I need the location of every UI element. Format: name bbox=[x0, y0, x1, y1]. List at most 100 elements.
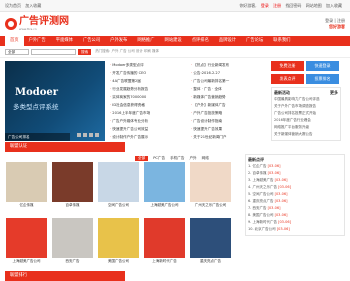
pager-dot[interactable] bbox=[83, 133, 87, 137]
certified-tab[interactable]: 手机广告 bbox=[170, 156, 184, 161]
nav-tab[interactable]: 户外发布 bbox=[105, 36, 132, 46]
company-name[interactable]: 重庆亮点广告 bbox=[189, 258, 232, 264]
news-item[interactable]: 广告户外媒体专业分析 bbox=[110, 117, 186, 125]
company-card[interactable]: 西安广告 bbox=[51, 218, 94, 271]
news-item[interactable]: 4A广告联盟第2届 bbox=[110, 77, 186, 85]
certified-tab[interactable]: 户外 bbox=[189, 156, 196, 161]
company-card[interactable]: 百卓传媒 bbox=[51, 162, 94, 215]
news-item[interactable]: 行业发展趋势分析报告 bbox=[110, 85, 186, 93]
nav-tab[interactable]: 广告公司 bbox=[78, 36, 105, 46]
company-name[interactable]: 上海越美广告公司 bbox=[143, 202, 186, 208]
sitemap-link[interactable]: 网站地图 bbox=[306, 3, 322, 8]
notice-item[interactable]: 网络推广平台服务升级 bbox=[274, 124, 338, 131]
nav-tab[interactable]: 品牌设计 bbox=[214, 36, 241, 46]
banner-pager[interactable] bbox=[75, 133, 99, 137]
news-item[interactable]: 实体商家的7000000 bbox=[110, 93, 186, 101]
notice-item[interactable]: 关于户外广告市场调查报告 bbox=[274, 103, 338, 110]
company-thumbnail[interactable] bbox=[52, 218, 93, 258]
review-name[interactable]: 5. 空间广告公司 bbox=[248, 192, 275, 196]
review-name[interactable]: 8. 美国广告公司 bbox=[248, 213, 275, 217]
review-name[interactable]: 10. 北京广告公司 bbox=[248, 227, 277, 231]
news-item[interactable]: Modoer多类型点评 bbox=[110, 61, 186, 69]
review-item[interactable]: 7. 西安广告 [03-06] bbox=[248, 205, 342, 212]
review-name[interactable]: 2. 百卓传媒 bbox=[248, 171, 268, 175]
notice-more-link[interactable]: 更多 bbox=[330, 90, 338, 96]
pager-dot[interactable] bbox=[95, 133, 99, 137]
review-name[interactable]: 7. 西安广告 bbox=[248, 206, 268, 210]
nav-tab[interactable]: 平面媒体 bbox=[51, 36, 78, 46]
notice-item[interactable]: 关于新媒体营销大赛公告 bbox=[274, 131, 338, 138]
news-item[interactable]: 【户外】新媒体广告 bbox=[191, 101, 267, 109]
review-item[interactable]: 5. 空间广告公司 [03-06] bbox=[248, 191, 342, 198]
notice-item[interactable]: 广告公司排名投票正式开始 bbox=[274, 110, 338, 117]
company-name[interactable]: 西安广告 bbox=[51, 258, 94, 264]
news-item[interactable]: ID社会信息获得资格 bbox=[110, 101, 186, 109]
news-item[interactable]: 广告设计制作指南 bbox=[191, 117, 267, 125]
company-thumbnail[interactable] bbox=[6, 162, 47, 202]
hero-banner[interactable]: Modoer 多类型点评系统 广告公司排名 bbox=[5, 61, 105, 141]
site-logo[interactable]: 广告评测网 www.8cs.cn bbox=[5, 17, 69, 31]
review-name[interactable]: 3. 上海越美广告 bbox=[248, 178, 275, 182]
company-card[interactable]: 空间广告公司 bbox=[97, 162, 140, 215]
review-item[interactable]: 3. 上海越美广告 [03-06] bbox=[248, 177, 342, 184]
company-name[interactable]: 上海新时代广告 bbox=[143, 258, 186, 264]
news-item[interactable]: 新媒体广告营销趋势 bbox=[191, 93, 267, 101]
forgot-password-link[interactable]: 找回密码 bbox=[285, 3, 301, 8]
news-item[interactable]: 【热点】行业新闻发布 bbox=[191, 61, 267, 69]
nav-tab[interactable]: 网站建设 bbox=[160, 36, 187, 46]
nav-tab[interactable]: 联系我们 bbox=[268, 36, 295, 46]
post-review-button[interactable]: 发表点评 bbox=[271, 74, 304, 84]
news-item[interactable]: 2016上半年度广告市场 bbox=[110, 109, 186, 117]
vote-rank-button[interactable]: 投票排名 bbox=[306, 74, 339, 84]
news-item[interactable]: 公告:2016.2.27 bbox=[191, 69, 267, 77]
company-name[interactable]: 广州天之乐广告公司 bbox=[189, 202, 232, 208]
news-item[interactable]: 快速提升广告公司效益 bbox=[110, 125, 186, 133]
certified-tab[interactable]: PC广告 bbox=[153, 156, 165, 161]
nav-tab[interactable]: 网络推广 bbox=[132, 36, 159, 46]
notice-item[interactable]: 中国最具影响力广告公司评选 bbox=[274, 96, 338, 103]
nav-tab[interactable]: 点评排名 bbox=[187, 36, 214, 46]
nav-tab[interactable]: 广告论坛 bbox=[241, 36, 268, 46]
news-item[interactable]: 开发广告传播的 CEO bbox=[110, 69, 186, 77]
company-thumbnail[interactable] bbox=[98, 218, 139, 258]
certified-tab[interactable]: 网络 bbox=[202, 156, 209, 161]
review-item[interactable]: 9. 上海新时代广告 [03-06] bbox=[248, 219, 342, 226]
quick-login-button[interactable]: 快速登录 bbox=[306, 61, 339, 71]
review-name[interactable]: 6. 重庆亮点广告 bbox=[248, 199, 275, 203]
company-thumbnail[interactable] bbox=[98, 162, 139, 202]
company-thumbnail[interactable] bbox=[190, 218, 231, 258]
search-input[interactable] bbox=[31, 48, 76, 55]
company-card[interactable]: 亿企传媒 bbox=[5, 162, 48, 215]
notice-item[interactable]: 2016年度广告行业峰会 bbox=[274, 117, 338, 124]
search-button[interactable]: 搜索 bbox=[78, 48, 92, 55]
nav-tab[interactable]: 首页 bbox=[5, 36, 24, 46]
news-item[interactable]: 户外广告投放策略 bbox=[191, 109, 267, 117]
register-button[interactable]: 免费注册 bbox=[271, 61, 304, 71]
company-thumbnail[interactable] bbox=[52, 162, 93, 202]
news-item[interactable]: 快速提升广告效果 bbox=[191, 125, 267, 133]
pager-dot[interactable] bbox=[89, 133, 93, 137]
news-item[interactable]: 广告公司最新排名第一 bbox=[191, 77, 267, 85]
set-home-link[interactable]: 设为首页 bbox=[5, 3, 21, 8]
review-item[interactable]: 2. 百卓传媒 [03-06] bbox=[248, 170, 342, 177]
review-item[interactable]: 4. 广州天之乐广告 [03-06] bbox=[248, 184, 342, 191]
review-name[interactable]: 1. 亿企广告 bbox=[248, 164, 268, 168]
review-item[interactable]: 6. 重庆亮点广告 [03-06] bbox=[248, 198, 342, 205]
company-card[interactable]: 上海越美广告公司 bbox=[5, 218, 48, 271]
review-item[interactable]: 8. 美国广告公司 [03-06] bbox=[248, 212, 342, 219]
company-card[interactable]: 美国广告公司 bbox=[97, 218, 140, 271]
login-link[interactable]: 登录 bbox=[261, 3, 269, 8]
pager-dot[interactable] bbox=[77, 133, 81, 137]
nav-tab[interactable]: 户外广告 bbox=[24, 36, 51, 46]
review-name[interactable]: 4. 广州天之乐广告 bbox=[248, 185, 278, 189]
favorite-link[interactable]: 加入收藏 bbox=[326, 3, 342, 8]
company-name[interactable]: 上海越美广告公司 bbox=[5, 258, 48, 264]
company-card[interactable]: 广州天之乐广告公司 bbox=[189, 162, 232, 215]
company-thumbnail[interactable] bbox=[144, 218, 185, 258]
add-favorite-link[interactable]: 加入收藏 bbox=[25, 3, 41, 8]
company-card[interactable]: 重庆亮点广告 bbox=[189, 218, 232, 271]
company-thumbnail[interactable] bbox=[144, 162, 185, 202]
review-name[interactable]: 9. 上海新时代广告 bbox=[248, 220, 278, 224]
company-card[interactable]: 上海越美广告公司 bbox=[143, 162, 186, 215]
register-link[interactable]: 注册 bbox=[273, 3, 281, 8]
